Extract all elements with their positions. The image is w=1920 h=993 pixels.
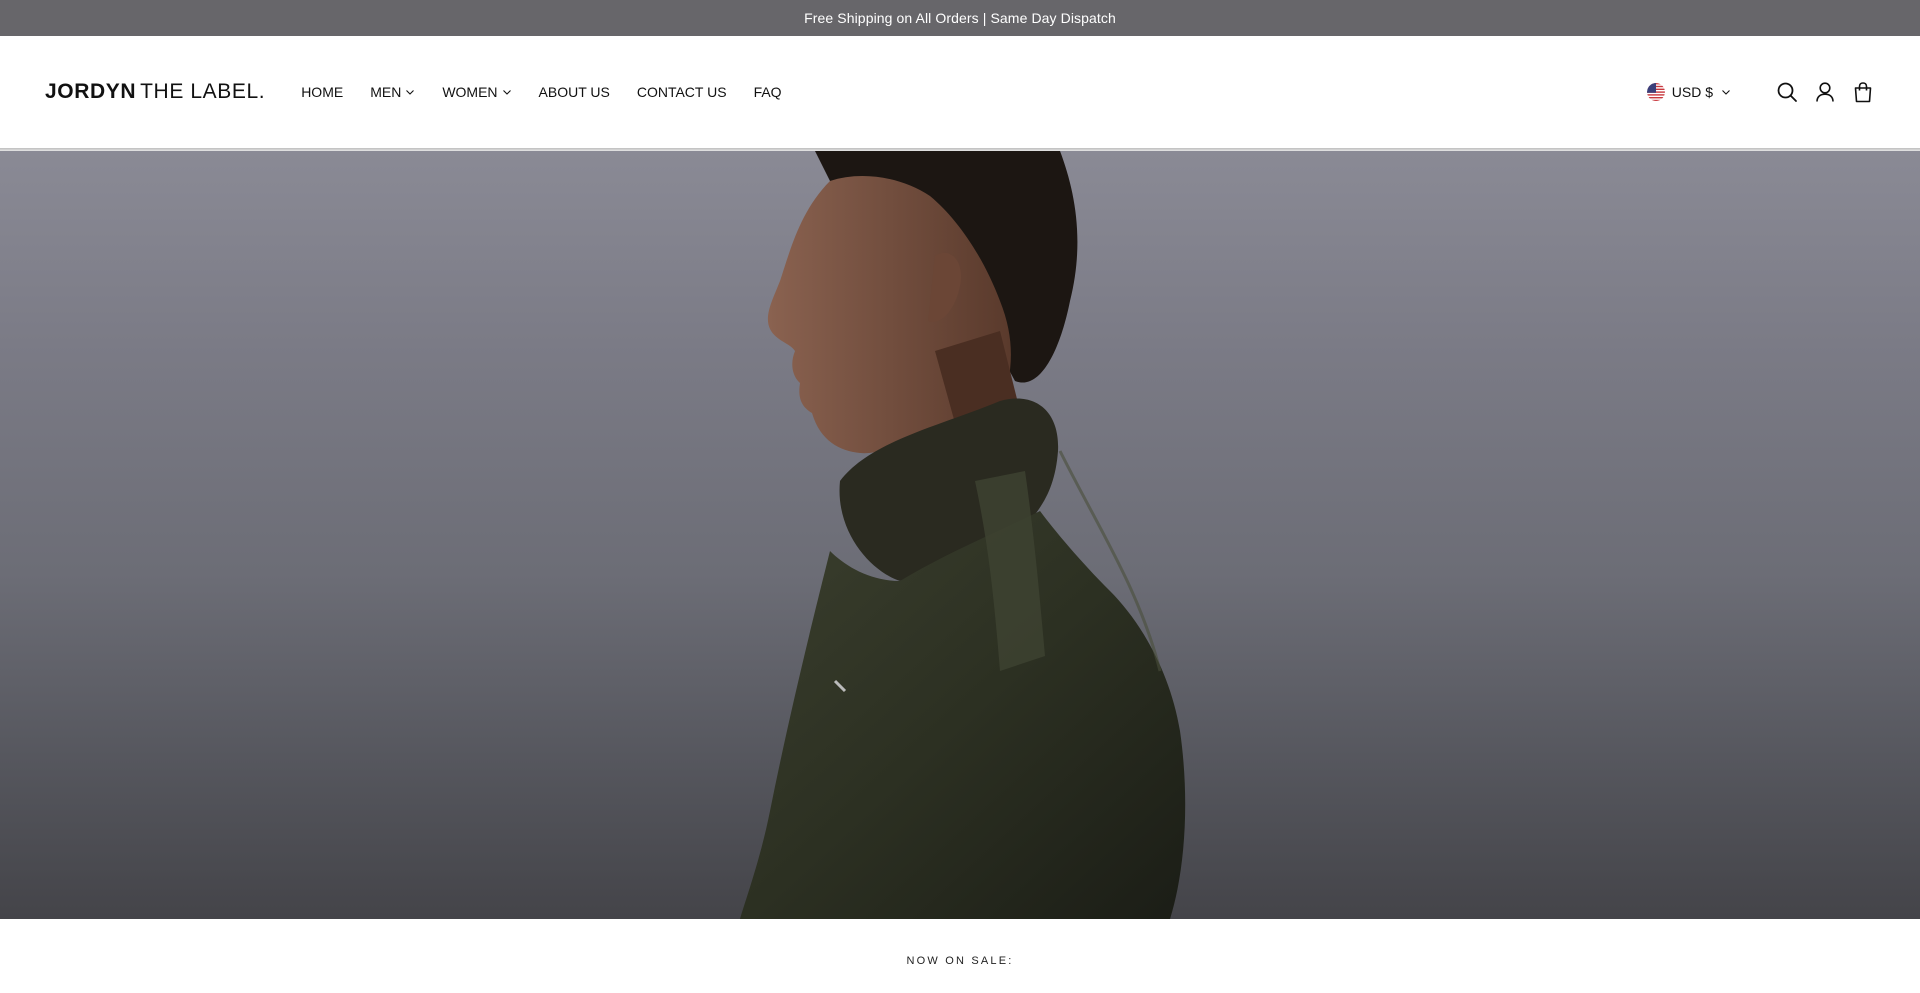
nav-item-contact-us[interactable]: CONTACT US	[637, 84, 727, 100]
site-header: JORDYN THE LABEL. HOME MEN WOMEN ABOUT US…	[0, 36, 1920, 148]
account-icon	[1816, 82, 1834, 102]
section-heading: NOW ON SALE:	[906, 955, 1014, 967]
chevron-down-icon	[502, 90, 511, 95]
header-actions: USD $	[1646, 80, 1875, 104]
nav-item-faq[interactable]: FAQ	[754, 84, 782, 100]
search-icon	[1777, 82, 1797, 102]
us-flag-icon	[1646, 83, 1665, 101]
announcement-bar: Free Shipping on All Orders | Same Day D…	[0, 0, 1920, 36]
account-button[interactable]	[1813, 80, 1837, 104]
main-nav: HOME MEN WOMEN ABOUT US CONTACT US FAQ	[301, 84, 808, 100]
hero-image	[740, 151, 1186, 919]
logo-bold: JORDYN	[45, 80, 137, 103]
search-button[interactable]	[1775, 80, 1799, 104]
nav-item-about-us[interactable]: ABOUT US	[539, 84, 610, 100]
chevron-down-icon	[406, 90, 415, 95]
cart-icon	[1854, 82, 1872, 103]
announcement-text: Free Shipping on All Orders | Same Day D…	[804, 10, 1116, 26]
nav-label: HOME	[301, 84, 344, 100]
hero-banner[interactable]	[0, 151, 1920, 919]
cart-button[interactable]	[1851, 80, 1875, 104]
sale-section: NOW ON SALE:	[0, 919, 1920, 993]
nav-label: WOMEN	[442, 84, 498, 100]
chevron-down-icon	[1722, 90, 1730, 95]
nav-item-men[interactable]: MEN	[370, 84, 415, 100]
currency-selector[interactable]: USD $	[1646, 83, 1731, 101]
site-logo[interactable]: JORDYN THE LABEL.	[45, 80, 265, 104]
currency-label: USD $	[1671, 84, 1713, 100]
nav-label: MEN	[370, 84, 402, 100]
nav-item-women[interactable]: WOMEN	[442, 84, 511, 100]
logo-light: THE LABEL.	[140, 80, 266, 103]
nav-label: ABOUT US	[538, 84, 610, 100]
nav-label: FAQ	[753, 84, 782, 100]
nav-item-home[interactable]: HOME	[301, 84, 343, 100]
nav-label: CONTACT US	[636, 84, 727, 100]
